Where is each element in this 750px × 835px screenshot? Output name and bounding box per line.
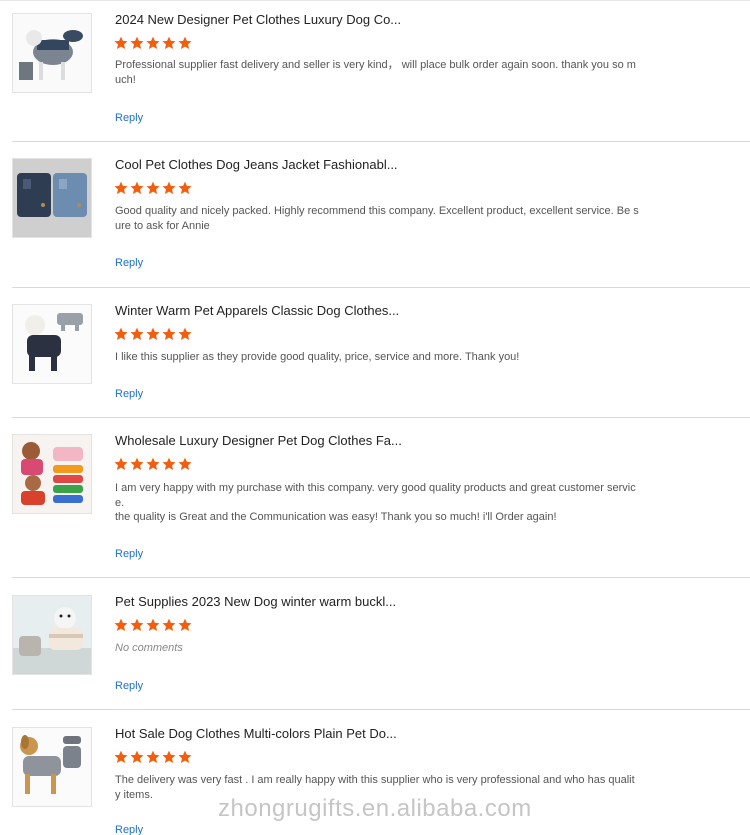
review-item: 2024 New Designer Pet Clothes Luxury Dog… [12,0,750,142]
star-icon [114,750,128,763]
reply-link[interactable]: Reply [115,680,143,692]
star-icon [114,181,128,194]
colorful-coats-image [13,435,91,513]
review-comment: Professional supplier fast delivery and … [115,59,636,86]
winter-buckle-image [13,596,91,674]
rating-stars [114,36,192,52]
product-thumbnail[interactable] [12,434,92,514]
star-icon [114,327,128,340]
star-icon [162,181,176,194]
star-icon [114,618,128,631]
rating-stars [114,750,192,766]
reply-link[interactable]: Reply [115,388,143,400]
star-icon [114,457,128,470]
review-item: Wholesale Luxury Designer Pet Dog Clothe… [12,418,750,578]
reply-link[interactable]: Reply [115,112,143,124]
reply-link[interactable]: Reply [115,548,143,560]
star-icon [162,618,176,631]
star-icon [162,36,176,49]
star-icon [178,327,192,340]
rating-stars [114,457,192,473]
product-thumbnail[interactable] [12,158,92,238]
product-title[interactable]: 2024 New Designer Pet Clothes Luxury Dog… [115,12,401,27]
reply-link[interactable]: Reply [115,257,143,269]
rating-stars [114,327,192,343]
star-icon [178,750,192,763]
star-icon [130,618,144,631]
review-item: Cool Pet Clothes Dog Jeans Jacket Fashio… [12,142,750,288]
star-icon [130,457,144,470]
review-comment: I like this supplier as they provide goo… [115,351,520,363]
star-icon [114,36,128,49]
star-icon [162,457,176,470]
star-icon [146,36,160,49]
star-icon [178,457,192,470]
star-icon [130,36,144,49]
review-item: Winter Warm Pet Apparels Classic Dog Clo… [12,288,750,418]
star-icon [146,750,160,763]
product-title[interactable]: Cool Pet Clothes Dog Jeans Jacket Fashio… [115,157,398,172]
star-icon [162,327,176,340]
product-title[interactable]: Pet Supplies 2023 New Dog winter warm bu… [115,594,396,609]
review-item: Pet Supplies 2023 New Dog winter warm bu… [12,578,750,710]
winter-suit-image [13,305,91,383]
star-icon [146,327,160,340]
reply-link[interactable]: Reply [115,824,143,835]
star-icon [178,618,192,631]
star-icon [130,327,144,340]
star-icon [146,457,160,470]
plain-sweater-image [13,728,91,806]
star-icon [130,750,144,763]
review-comment: I am very happy with my purchase with th… [115,482,636,523]
denim-jacket-image [13,159,91,237]
product-thumbnail[interactable] [12,727,92,807]
rating-stars [114,618,192,634]
product-thumbnail[interactable] [12,595,92,675]
star-icon [146,618,160,631]
star-icon [146,181,160,194]
product-thumbnail[interactable] [12,304,92,384]
product-thumbnail[interactable] [12,13,92,93]
star-icon [162,750,176,763]
star-icon [130,181,144,194]
watermark-text: zhongrugifts.en.alibaba.com [218,795,532,822]
review-comment-empty: No comments [115,642,183,654]
star-icon [178,36,192,49]
product-title[interactable]: Wholesale Luxury Designer Pet Dog Clothe… [115,433,402,448]
rating-stars [114,181,192,197]
product-title[interactable]: Hot Sale Dog Clothes Multi-colors Plain … [115,726,397,741]
star-icon [178,181,192,194]
product-title[interactable]: Winter Warm Pet Apparels Classic Dog Clo… [115,303,399,318]
review-comment: Good quality and nicely packed. Highly r… [115,205,639,232]
dog-jacket-image [13,14,91,92]
